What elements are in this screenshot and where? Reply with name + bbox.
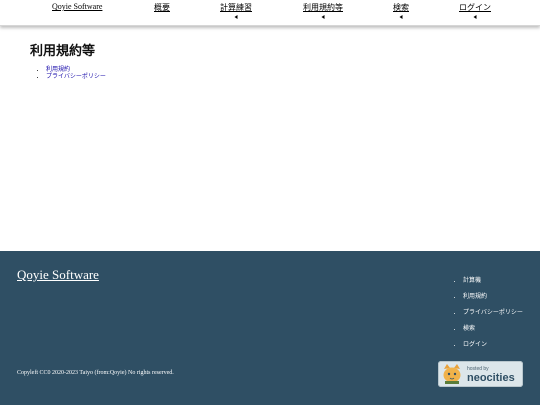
list-item: 利用規約 [463, 289, 523, 305]
neocities-badge[interactable]: hosted by neocities [438, 361, 523, 387]
nav-item-terms[interactable]: 利用規約等 [303, 2, 343, 19]
copyright-notice: Copyleft CC0 2020-2023 Taiyo (from:Qoyie… [17, 370, 174, 376]
nav-item-login[interactable]: ログイン [459, 2, 491, 19]
list-item: 利用規約 [46, 67, 106, 74]
badge-big-text: neocities [467, 372, 515, 384]
table-of-contents: 利用規約 プライバシーポリシー [38, 67, 106, 81]
caret-left-icon [234, 15, 238, 19]
nav-item-label: ログイン [459, 3, 491, 12]
nav-item-label: 利用規約等 [303, 3, 343, 12]
nav-item-overview[interactable]: 概要 [154, 2, 170, 13]
neocities-cat-icon [443, 364, 461, 384]
footer-link-calculator[interactable]: 計算機 [463, 278, 481, 284]
page-title: 利用規約等 [30, 43, 96, 58]
nav-brand-label: Qoyie Software [52, 2, 103, 11]
list-item: 検索 [463, 321, 523, 337]
caret-left-icon [321, 15, 325, 19]
copyright-prefix: Copyleft [17, 370, 38, 376]
copyright-middle: 2020-2023 Taiyo (from: [52, 370, 110, 376]
footer-link-terms[interactable]: 利用規約 [463, 294, 487, 300]
footer-link-privacy[interactable]: プライバシーポリシー [463, 310, 523, 316]
toc-link-privacy[interactable]: プライバシーポリシー [46, 74, 106, 80]
badge-text: hosted by neocities [467, 365, 515, 384]
caret-left-icon [473, 15, 477, 19]
nav-item-label: 概要 [154, 3, 170, 12]
caret-left-icon [399, 15, 403, 19]
list-item: プライバシーポリシー [46, 74, 106, 81]
nav-item-label: 検索 [393, 3, 409, 12]
footer-links: 計算機 利用規約 プライバシーポリシー 検索 ログイン [455, 273, 523, 353]
nav-item-label: 計算練習 [220, 3, 252, 12]
list-item: ログイン [463, 337, 523, 353]
nav-item-search[interactable]: 検索 [393, 2, 409, 19]
footer-link-search[interactable]: 検索 [463, 326, 475, 332]
qoyie-link[interactable]: Qoyie [110, 370, 125, 376]
nav-brand-link[interactable]: Qoyie Software [52, 2, 102, 11]
toc-link-terms[interactable]: 利用規約 [46, 67, 70, 73]
footer: Qoyie Software 計算機 利用規約 プライバシーポリシー 検索 ログ… [0, 251, 540, 405]
cc0-link[interactable]: CC0 [40, 370, 51, 376]
footer-link-login[interactable]: ログイン [463, 342, 487, 348]
list-item: プライバシーポリシー [463, 305, 523, 321]
nav-item-practice[interactable]: 計算練習 [220, 2, 252, 19]
list-item: 計算機 [463, 273, 523, 289]
footer-brand-link[interactable]: Qoyie Software [17, 267, 99, 283]
top-nav: Qoyie Software 概要 計算練習 利用規約等 検索 ログイン [0, 0, 540, 26]
copyright-suffix: ) No rights reserved. [124, 370, 174, 376]
